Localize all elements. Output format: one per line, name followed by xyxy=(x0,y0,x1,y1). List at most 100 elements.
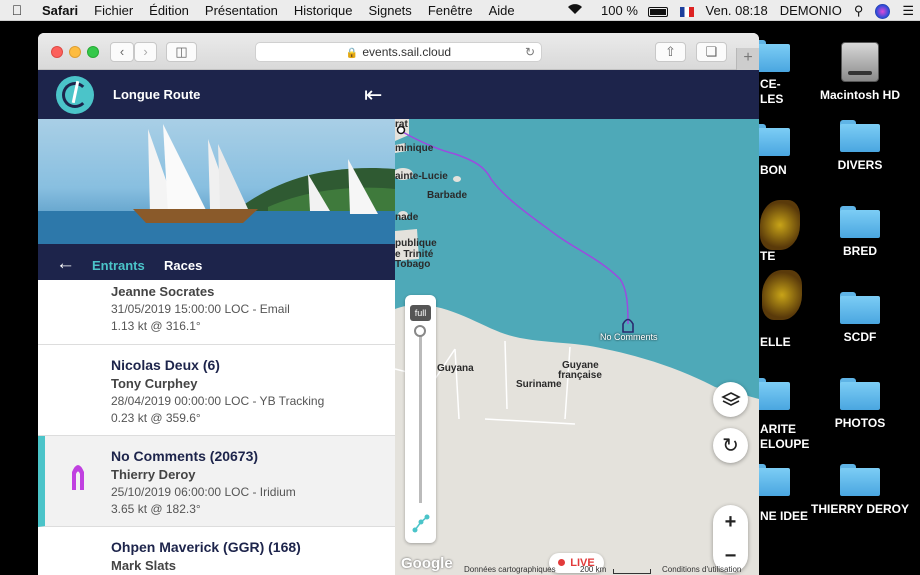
folder-icon xyxy=(840,464,880,496)
map-label: Guyana xyxy=(437,363,474,374)
flag-icon[interactable] xyxy=(674,3,700,18)
tab-races[interactable]: Races xyxy=(164,258,202,273)
refresh-icon[interactable]: ↻ xyxy=(713,428,748,463)
list-item[interactable]: Ohpen Maverick (GGR) (168) Mark Slats xyxy=(38,527,395,575)
slider-track[interactable] xyxy=(419,331,422,503)
skipper-name: Jeanne Socrates xyxy=(111,284,215,299)
menu-edit[interactable]: Édition xyxy=(141,3,197,18)
sidebar-toggle-icon[interactable]: ◫ xyxy=(166,42,197,62)
terms-link[interactable]: Conditions d'utilisation xyxy=(662,565,741,574)
layers-icon[interactable] xyxy=(713,382,748,417)
position-report: 31/05/2019 15:00:00 LOC - Email xyxy=(111,302,290,316)
sail-logo-icon[interactable] xyxy=(56,76,94,114)
browser-toolbar: ‹ › ◫ 🔒 events.sail.cloud ↻ ⇧ ❏ + xyxy=(38,33,759,70)
user-name[interactable]: DEMONIO xyxy=(774,3,848,18)
position-report: 25/10/2019 06:00:00 LOC - Iridium xyxy=(111,485,296,499)
minimize-window-button[interactable] xyxy=(69,46,81,58)
siri-icon[interactable] xyxy=(869,2,896,19)
boat-label: No Comments xyxy=(600,332,658,342)
zoom-in-button[interactable]: + xyxy=(713,505,748,539)
app-header: Longue Route ⇤ xyxy=(38,70,759,119)
address-bar[interactable]: 🔒 events.sail.cloud ↻ xyxy=(255,42,542,62)
map-label: Suriname xyxy=(516,379,562,390)
map-label: française xyxy=(558,370,602,381)
desktop-folder-scdf[interactable]: SCDF xyxy=(805,292,915,344)
battery-status[interactable]: 100 % xyxy=(589,3,674,18)
collapse-panel-icon[interactable]: ⇤ xyxy=(364,82,382,108)
boat-name: Nicolas Deux (6) xyxy=(111,357,220,373)
clock[interactable]: Ven. 08:18 xyxy=(700,3,774,18)
image-thumbnail[interactable] xyxy=(762,270,802,320)
menu-safari[interactable]: Safari xyxy=(34,3,86,18)
desktop-folder-thierry-deroy[interactable]: THIERRY DEROY xyxy=(805,464,915,516)
map-label: ainte-Lucie xyxy=(395,171,448,182)
boat-name: No Comments (20673) xyxy=(111,448,259,464)
back-arrow-icon[interactable]: ← xyxy=(56,253,75,275)
map-label: minique xyxy=(395,143,434,154)
page-title: Longue Route xyxy=(113,87,201,102)
map-label: rat xyxy=(395,119,408,130)
menu-bar:  Safari Fichier Édition Présentation Hi… xyxy=(0,0,920,21)
desktop-folder-divers[interactable]: DIVERS xyxy=(805,120,915,172)
zoom-window-button[interactable] xyxy=(87,46,99,58)
back-button[interactable]: ‹ xyxy=(110,42,134,62)
list-item[interactable]: Jeanne Socrates 31/05/2019 15:00:00 LOC … xyxy=(38,280,395,345)
apple-icon[interactable]:  xyxy=(0,2,34,18)
skipper-name: Mark Slats xyxy=(111,558,177,573)
list-item[interactable]: Nicolas Deux (6) Tony Curphey 28/04/2019… xyxy=(38,345,395,436)
tab-entrants[interactable]: Entrants xyxy=(92,258,145,273)
forward-button[interactable]: › xyxy=(134,42,157,62)
route-icon[interactable] xyxy=(411,514,431,534)
desktop-folder-photos[interactable]: PHOTOS xyxy=(805,378,915,430)
boat-track xyxy=(400,130,629,325)
map-label: Barbade xyxy=(427,190,468,201)
desktop-label-partial: LES xyxy=(760,92,784,106)
desktop-label-partial: TE xyxy=(760,249,776,263)
desktop-label-partial: BON xyxy=(760,163,787,177)
map-scale: 200 km xyxy=(580,565,607,574)
google-logo: Google xyxy=(401,555,453,572)
new-tab-button[interactable]: + xyxy=(736,48,759,70)
slider-handle[interactable] xyxy=(414,325,426,337)
image-thumbnail[interactable] xyxy=(760,200,800,250)
desktop-folder-bred[interactable]: BRED xyxy=(805,206,915,258)
spotlight-icon[interactable]: ⚲ xyxy=(848,3,870,19)
time-slider[interactable]: full xyxy=(405,295,436,543)
boat-icon xyxy=(72,465,84,490)
menu-history[interactable]: Historique xyxy=(286,3,361,18)
folder-icon xyxy=(840,378,880,410)
skipper-name: Tony Curphey xyxy=(111,376,198,391)
map-label: publique xyxy=(395,238,437,249)
close-window-button[interactable] xyxy=(51,46,63,58)
folder-icon xyxy=(840,292,880,324)
speed-heading: 1.13 kt @ 316.1° xyxy=(111,319,201,333)
menu-help[interactable]: Aide xyxy=(481,3,523,18)
map-label: Tobago xyxy=(395,259,431,270)
wifi-icon[interactable] xyxy=(561,3,589,18)
full-track-button[interactable]: full xyxy=(410,305,431,321)
map-label: nade xyxy=(395,212,419,223)
menu-file[interactable]: Fichier xyxy=(86,3,141,18)
notification-icon[interactable]: ☰ xyxy=(896,3,920,19)
folder-icon xyxy=(840,120,880,152)
race-photo xyxy=(38,119,395,244)
battery-icon xyxy=(647,6,668,17)
desktop-label-partial: CE- xyxy=(760,77,781,91)
zoom-control: + − xyxy=(713,505,748,573)
share-icon[interactable]: ⇧ xyxy=(655,42,686,62)
entrants-panel: ← Entrants Races Jeanne Socrates 31/05/2… xyxy=(38,119,395,575)
list-item-selected[interactable]: No Comments (20673) Thierry Deroy 25/10/… xyxy=(38,436,395,527)
menu-view[interactable]: Présentation xyxy=(197,3,286,18)
skipper-name: Thierry Deroy xyxy=(111,467,196,482)
desktop-icon-macintosh-hd[interactable]: Macintosh HD xyxy=(805,42,915,102)
tabs-overview-icon[interactable]: ❏ xyxy=(696,42,727,62)
speed-heading: 0.23 kt @ 359.6° xyxy=(111,411,201,425)
tracking-map[interactable]: rat minique ainte-Lucie Barbade nade pub… xyxy=(395,119,759,575)
lock-icon: 🔒 xyxy=(345,48,359,59)
boat-name: Ohpen Maverick (GGR) (168) xyxy=(111,539,301,555)
menu-window[interactable]: Fenêtre xyxy=(420,3,481,18)
reload-icon[interactable]: ↻ xyxy=(525,43,535,61)
map-attribution[interactable]: Données cartographiques xyxy=(464,565,556,574)
desktop-label-partial: ELOUPE xyxy=(760,437,810,451)
menu-bookmarks[interactable]: Signets xyxy=(360,3,419,18)
